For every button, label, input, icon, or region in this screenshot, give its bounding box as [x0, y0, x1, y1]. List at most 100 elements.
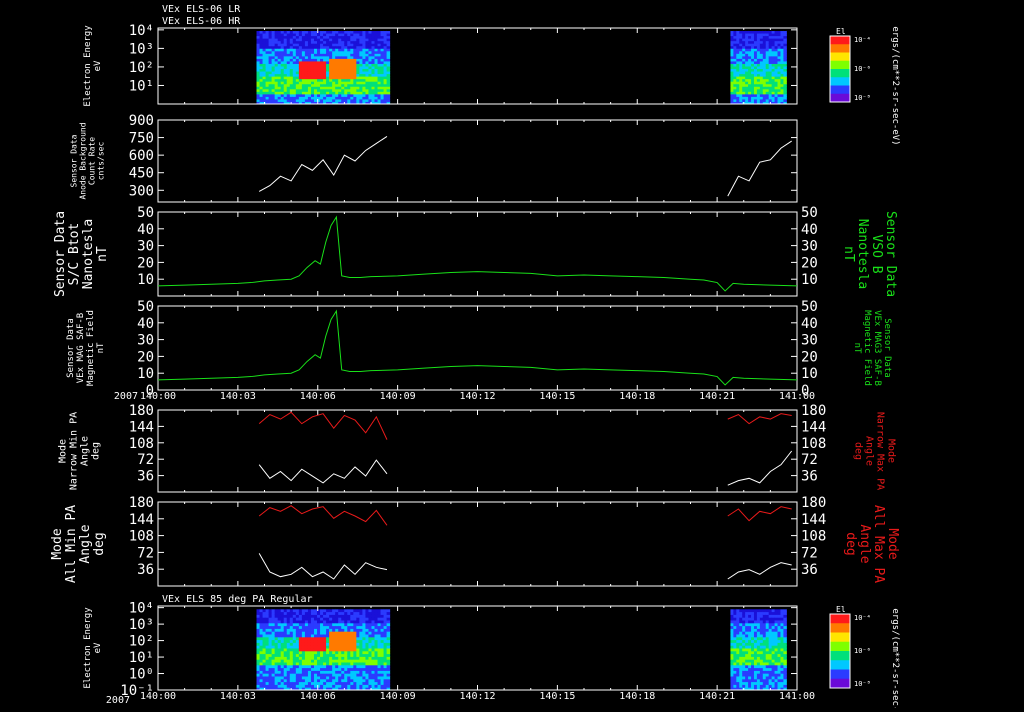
bfield-2-ylabel-right-line: VSO B [869, 234, 884, 273]
y-tick-label: 10² [129, 634, 154, 650]
colorbar-2-swatch [830, 669, 850, 680]
colorbar-1-swatch [830, 69, 850, 78]
colorbar-tick: 10⁻⁴ [854, 614, 871, 622]
bfield-3-ylabel-right: Sensor DataVEx MAG3 SAF-BMagnetic Fieldn… [852, 310, 892, 386]
pitch-5-max-series [727, 506, 792, 522]
y-tick-label: 50 [137, 205, 154, 221]
count-rate-ylabel-line: Sensor Data [70, 134, 79, 187]
bfield-3-ylabel: Sensor Data VEx MAG SAF-B Magnetic Field nT [66, 310, 106, 386]
y-tick-label: 30 [137, 239, 154, 255]
colorbar-1-swatch [830, 85, 850, 95]
bfield-2-series [157, 215, 798, 292]
pitch-5-ylabel-right-line: All Max PA [871, 505, 886, 583]
y-tick-label-right: 30 [801, 333, 818, 349]
y-tick-label: 10² [129, 60, 154, 76]
y-tick-label: 144 [129, 512, 154, 528]
bfield-3-series [157, 309, 798, 386]
count-rate-ylabel: Sensor Data Anode Background Count Rate cnt… [70, 122, 106, 199]
count-rate-series [258, 135, 388, 192]
panels: 10⁴10³10²10¹Electron Energy eVEl10⁻⁴10⁻⁶1… [50, 23, 900, 712]
y-tick-label-right: 30 [801, 239, 818, 255]
pitch-4-min-series [258, 459, 388, 484]
header-line-2: VEx ELS-06 HR [162, 16, 241, 27]
colorbar-2-swatch [830, 660, 850, 670]
count-rate-ylabel-line: cnts/sec [97, 142, 106, 181]
x-tick-label: 140:18 [619, 691, 655, 702]
y-tick-label-right: 20 [801, 255, 818, 271]
y-tick-label-right: 108 [801, 529, 826, 545]
pitch-4-ylabel-line: Narrow Min PA [69, 412, 80, 490]
chart-canvas: VEx ELS-06 LR VEx ELS-06 HR 10⁴ 10³ 10² 10¹… [0, 0, 1024, 712]
x-tick-label: 140:09 [380, 691, 416, 702]
spectrogram-2-title: VEx ELS 85 deg PA Regular [162, 594, 313, 605]
colorbar-1-swatch [830, 60, 850, 70]
bfield-3-ylabel-line: Sensor Data [66, 318, 76, 378]
bfield-3-ylabel-right-line: nT [852, 343, 862, 354]
pitch-5-max-series [258, 505, 388, 526]
y-tick-label: 108 [129, 436, 154, 452]
bfield-2-ylabel-line: Sensor Data [53, 211, 68, 297]
colorbar-2-swatch [830, 651, 850, 661]
year-label: 2007 [114, 391, 138, 402]
y-tick-label-right: 144 [801, 419, 826, 435]
colorbar-tick: 10⁻⁶ [854, 65, 871, 73]
y-tick-label: 180 [129, 403, 154, 419]
y-tick-label: 10⁰ [129, 667, 154, 683]
y-tick-label-right: 0 [801, 383, 809, 399]
pitch-4-ylabel-right: ModeNarrow Max PAAngledeg [853, 412, 897, 490]
x-tick-label: 140:09 [380, 391, 416, 402]
colorbar-1: El 10⁻⁴ 10⁻⁶ 10⁻⁸ ergs/(cm**2-sr-sec-eV) [829, 26, 900, 146]
spectrogram-1 [256, 28, 787, 105]
y-tick-label-right: 36 [801, 562, 818, 578]
y-tick-label: 10 [137, 366, 154, 382]
pitch-5-ylabel-right-line: deg [843, 532, 858, 555]
multi-panel-plot: VEx ELS-06 LR VEx ELS-06 HR 10⁴10³10²10¹… [50, 4, 900, 712]
x-tick-label: 140:06 [300, 691, 336, 702]
bfield-3-ylabel-line: Magnetic Field [86, 310, 96, 386]
y-tick-label: 10³ [129, 41, 154, 57]
x-tick-label: 141:00 [779, 691, 815, 702]
y-tick-label: 30 [137, 333, 154, 349]
x-tick-label: 140:21 [699, 391, 735, 402]
spectrogram-2 [256, 606, 787, 691]
count-rate-series [727, 140, 792, 197]
spectrogram-2-frame [157, 605, 798, 691]
pitch-5-ylabel: Mode All Min PA Angle deg [50, 505, 107, 583]
pitch-5-ylabel-line: All Min PA [64, 505, 79, 583]
count-rate-ylabel-line: Count Rate [88, 137, 97, 185]
spectrogram-1-ylabel: Electron Energy eV [83, 25, 103, 107]
pitch-5-ylabel-right-line: Mode [885, 528, 900, 559]
pitch-4-max-series [258, 411, 388, 440]
y-tick-label: 20 [137, 349, 154, 365]
y-tick-label-right: 108 [801, 436, 826, 452]
y-tick-label-right: 10 [801, 272, 818, 288]
bfield-3-frame [157, 305, 798, 391]
y-tick-label: 108 [129, 529, 154, 545]
y-tick-label: 10¹ [129, 78, 154, 94]
y-tick-label: 50 [137, 299, 154, 315]
bfield-2-ylabel-line: nT [95, 246, 110, 262]
x-tick-label: 140:15 [539, 691, 575, 702]
y-tick-label-right: 10 [801, 366, 818, 382]
spectrogram-1-frame [157, 27, 798, 105]
spectrogram-2-ylabel: Electron Energy eV [83, 607, 103, 689]
y-tick-label-right: 50 [801, 205, 818, 221]
pitch-5-frame [157, 501, 798, 587]
y-tick-label: 40 [137, 222, 154, 238]
y-tick-label-right: 40 [801, 222, 818, 238]
spectrogram-1-ylabel-line: eV [93, 60, 103, 71]
y-tick-label-right: 50 [801, 299, 818, 315]
x-tick-label: 140:12 [459, 691, 495, 702]
colorbar-1-swatch [830, 36, 850, 45]
bfield-2-ylabel: Sensor Data S/C Btot Nanotesla nT [53, 211, 110, 297]
colorbar-tick: 10⁻⁸ [854, 680, 871, 688]
x-tick-label: 140:06 [300, 391, 336, 402]
colorbar-1-swatch [830, 77, 850, 86]
bfield-3-ylabel-line: VEx MAG SAF-B [76, 313, 86, 383]
y-tick-label: 300 [129, 183, 154, 199]
y-tick-label: 10³ [129, 617, 154, 633]
pitch-5-ylabel-right-line: Angle [857, 524, 872, 563]
colorbar-2-swatch [830, 623, 850, 633]
y-tick-label: 450 [129, 166, 154, 182]
x-tick-label: 140:03 [220, 691, 256, 702]
